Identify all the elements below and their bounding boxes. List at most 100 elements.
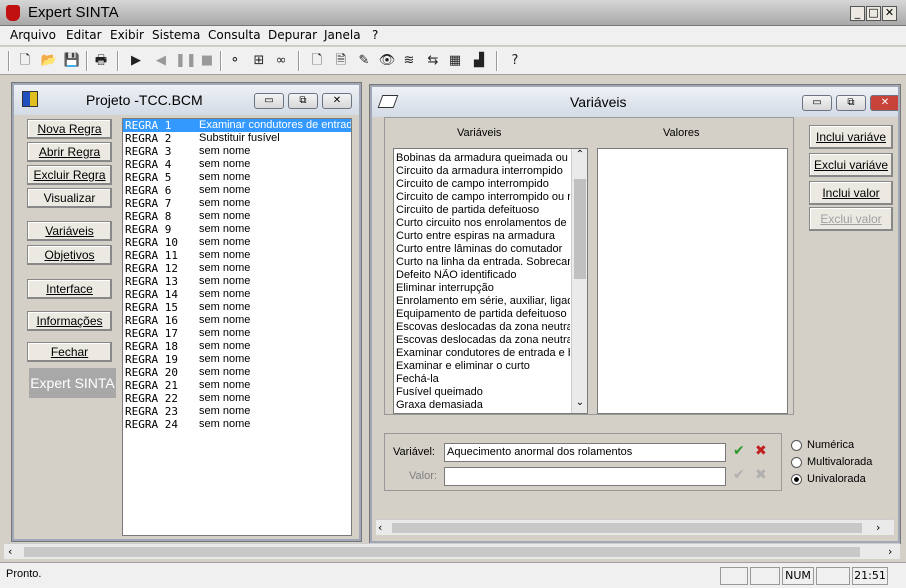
scroll-thumb[interactable]	[574, 179, 586, 279]
variable-item[interactable]: Curto entre lâminas do comutador	[394, 243, 570, 256]
rule-row[interactable]: REGRA 5 sem nome	[123, 171, 351, 184]
rule-row[interactable]: REGRA 6 sem nome	[123, 184, 351, 197]
stack-icon[interactable]: ≋	[400, 52, 418, 70]
nova-regra-button[interactable]: Nova Regra	[27, 119, 112, 139]
rule-row[interactable]: REGRA 16 sem nome	[123, 314, 351, 327]
chart-icon[interactable]: ▟	[470, 52, 488, 70]
rule-row[interactable]: REGRA 2 Substituir fusível	[123, 132, 351, 145]
variable-item[interactable]: Escovas deslocadas da zona neutra	[394, 334, 570, 347]
scroll-up-icon[interactable]: ⌃	[573, 149, 587, 163]
project-close-button[interactable]: ✕	[322, 93, 352, 109]
radio-circle[interactable]	[791, 456, 802, 468]
maximize-button[interactable]: □	[866, 6, 881, 21]
rule-row[interactable]: REGRA 21 sem nome	[123, 379, 351, 392]
menu-help[interactable]: ?	[372, 28, 378, 42]
menu-exibir[interactable]: Exibir	[110, 28, 144, 42]
fechar-button[interactable]: Fechar	[27, 342, 112, 362]
radio-univalorada[interactable]: Univalorada	[791, 473, 866, 485]
menu-sistema[interactable]: Sistema	[152, 28, 200, 42]
radio-numerica[interactable]: Numérica	[791, 439, 854, 451]
cancel-variable-icon[interactable]: ✖	[755, 443, 767, 459]
menu-editar[interactable]: Editar	[66, 28, 102, 42]
variables-hscrollbar[interactable]: ‹ ›	[376, 519, 894, 535]
pause-icon[interactable]: ❚❚	[175, 52, 197, 70]
rule-row[interactable]: REGRA 8 sem nome	[123, 210, 351, 223]
variable-item[interactable]: Circuito da armadura interrompido	[394, 165, 570, 178]
variables-scrollbar[interactable]: ⌃ ⌄	[571, 149, 587, 413]
glasses-icon[interactable]: ∞	[272, 52, 290, 70]
rule-row[interactable]: REGRA 14 sem nome	[123, 288, 351, 301]
rule-row[interactable]: REGRA 12 sem nome	[123, 262, 351, 275]
help-icon[interactable]: ?	[506, 52, 524, 70]
variable-item[interactable]: Examinar condutores de entrada e b	[394, 347, 570, 360]
variable-item[interactable]: Eliminar interrupção	[394, 282, 570, 295]
visualizar-button[interactable]: Visualizar	[27, 188, 112, 208]
inclui-valor-button[interactable]: Inclui valor	[809, 181, 893, 205]
rule-row[interactable]: REGRA 1 Examinar condutores de entrada	[123, 119, 351, 132]
variaveis-button[interactable]: Variáveis	[27, 221, 112, 241]
main-scroll-right-icon[interactable]: ›	[888, 545, 892, 558]
print-icon[interactable]: 🖶	[92, 52, 110, 70]
variables-close-button[interactable]: ✕	[870, 95, 898, 111]
minimize-button[interactable]: _	[850, 6, 865, 21]
doc-icon[interactable]: 🗋	[308, 52, 326, 70]
rule-row[interactable]: REGRA 15 sem nome	[123, 301, 351, 314]
values-list[interactable]	[597, 148, 788, 414]
variable-item[interactable]: Curto na linha da entrada. Sobrecarg	[394, 256, 570, 269]
variable-item[interactable]: Enrolamento em série, auxiliar, ligado	[394, 295, 570, 308]
inclui-variavel-button[interactable]: Inclui variáve	[809, 125, 893, 149]
eye-icon[interactable]: 👁	[378, 52, 396, 70]
variable-item[interactable]: Bobinas da armadura queimada ou e	[394, 152, 570, 165]
variable-item[interactable]: Fechá-la	[394, 373, 570, 386]
stop-icon[interactable]: ■	[198, 52, 216, 70]
doc-lines-icon[interactable]: 🗎	[332, 52, 350, 70]
step-back-icon[interactable]: ◀	[152, 52, 170, 70]
rule-row[interactable]: REGRA 7 sem nome	[123, 197, 351, 210]
menu-arquivo[interactable]: Arquivo	[10, 28, 56, 42]
rule-row[interactable]: REGRA 4 sem nome	[123, 158, 351, 171]
variavel-input[interactable]: Aquecimento anormal dos rolamentos	[444, 443, 726, 462]
variables-minimize-button[interactable]: ▭	[802, 95, 832, 111]
variable-item[interactable]: Equipamento de partida defeituoso	[394, 308, 570, 321]
rule-row[interactable]: REGRA 17 sem nome	[123, 327, 351, 340]
valor-input[interactable]	[444, 467, 726, 486]
run-icon[interactable]: ▶	[127, 52, 145, 70]
variable-item[interactable]: Circuito de partida defeituoso	[394, 204, 570, 217]
variables-list[interactable]: Bobinas da armadura queimada ou e Circuit…	[393, 148, 588, 414]
folder-edit-icon[interactable]: ✎	[355, 52, 373, 70]
informacoes-button[interactable]: Informações	[27, 311, 112, 331]
project-minimize-button[interactable]: ▭	[254, 93, 284, 109]
variable-item[interactable]: Escovas deslocadas da zona neutra	[394, 321, 570, 334]
variable-item[interactable]: Graxa demasiada	[394, 399, 570, 412]
rule-row[interactable]: REGRA 19 sem nome	[123, 353, 351, 366]
variables-restore-button[interactable]: ⧉	[836, 95, 866, 111]
variable-item[interactable]: Circuito de campo interrompido	[394, 178, 570, 191]
trace-icon[interactable]: ⚬	[226, 52, 244, 70]
main-scroll-left-icon[interactable]: ‹	[8, 545, 12, 558]
variable-item[interactable]: Circuito de campo interrompido ou re	[394, 191, 570, 204]
menu-depurar[interactable]: Depurar	[268, 28, 317, 42]
radio-circle-selected[interactable]	[791, 473, 802, 485]
radio-multivalorada[interactable]: Multivalorada	[791, 456, 872, 468]
confirm-value-icon[interactable]: ✔	[733, 467, 745, 483]
calculator-icon[interactable]: ▦	[446, 52, 464, 70]
variable-item[interactable]: Curto circuito nos enrolamentos de a	[394, 217, 570, 230]
close-button[interactable]: ✕	[882, 6, 897, 21]
menu-janela[interactable]: Janela	[324, 28, 361, 42]
open-folder-icon[interactable]: 📂	[40, 52, 58, 70]
scroll-right-icon[interactable]: ›	[876, 521, 880, 534]
variable-item[interactable]: Fusível queimado	[394, 386, 570, 399]
interface-button[interactable]: Interface	[27, 279, 112, 299]
variable-item[interactable]: Curto entre espiras na armadura	[394, 230, 570, 243]
main-hscroll-thumb[interactable]	[24, 547, 860, 557]
main-hscrollbar[interactable]: ‹ ›	[4, 543, 900, 559]
rule-row[interactable]: REGRA 22 sem nome	[123, 392, 351, 405]
scroll-down-icon[interactable]: ⌄	[573, 397, 587, 411]
objetivos-button[interactable]: Objetivos	[27, 245, 112, 265]
rule-row[interactable]: REGRA 13 sem nome	[123, 275, 351, 288]
rule-row[interactable]: REGRA 18 sem nome	[123, 340, 351, 353]
menu-consulta[interactable]: Consulta	[208, 28, 261, 42]
project-restore-button[interactable]: ⧉	[288, 93, 318, 109]
cancel-value-icon[interactable]: ✖	[755, 467, 767, 483]
variable-item[interactable]: Defeito NÃO identificado	[394, 269, 570, 282]
